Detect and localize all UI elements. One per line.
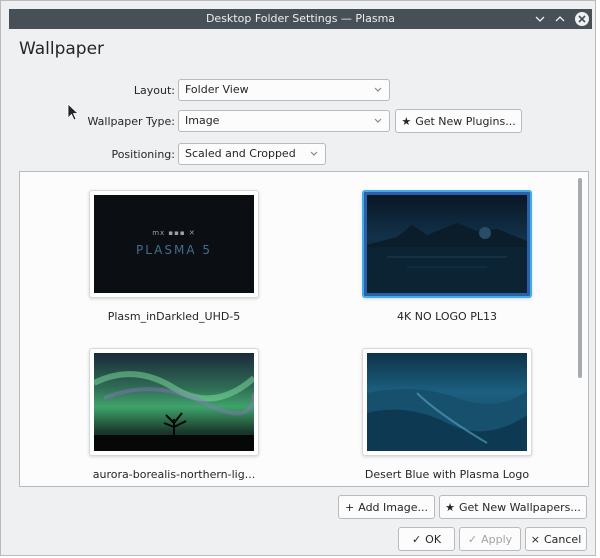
night-lake-illustration (367, 223, 527, 293)
positioning-value: Scaled and Cropped (185, 147, 296, 160)
add-image-label: Add Image... (358, 500, 428, 514)
wallpaper-tile[interactable]: mx ▪▪▪ ✕ PLASMA 5 Plasm_inDarkled_UHD-5 (74, 190, 274, 323)
plasma-logo: PLASMA 5 (135, 243, 213, 257)
maximize-button[interactable] (552, 11, 568, 27)
apply-label: Apply (481, 532, 513, 546)
cancel-button[interactable]: × Cancel (525, 527, 587, 551)
layout-label: Layout: (133, 84, 175, 97)
wallpaper-thumbnail[interactable]: mx ▪▪▪ ✕ PLASMA 5 (89, 190, 259, 298)
wallpaper-preview (367, 353, 527, 451)
wallpaper-preview: mx ▪▪▪ ✕ PLASMA 5 (94, 195, 254, 293)
positioning-combobox[interactable]: Scaled and Cropped (178, 143, 326, 165)
wallpaper-thumbnail[interactable] (362, 348, 532, 456)
minimize-button[interactable] (532, 11, 548, 27)
wallpaper-tile[interactable]: aurora-borealis-northern-lig... (74, 348, 274, 481)
wallpaper-type-combobox[interactable]: Image (178, 110, 390, 132)
positioning-label: Positioning: (111, 148, 175, 161)
chevron-down-icon (374, 118, 382, 123)
aurora-illustration (94, 371, 254, 451)
gallery-scrollbar[interactable] (578, 178, 582, 378)
chevron-down-icon (374, 87, 382, 92)
wallpaper-tile[interactable]: Desert Blue with Plasma Logo (347, 348, 547, 481)
close-icon (575, 12, 589, 26)
layout-value: Folder View (185, 83, 249, 96)
wallpaper-caption: Desert Blue with Plasma Logo (364, 468, 530, 481)
plasma-logo-top: mx ▪▪▪ ✕ (152, 229, 196, 237)
star-icon: ★ (401, 114, 412, 128)
plus-icon: + (345, 500, 355, 514)
wallpaper-caption: Plasm_inDarkled_UHD-5 (107, 310, 241, 323)
window-title: Desktop Folder Settings — Plasma (205, 12, 396, 25)
chevron-down-icon (535, 16, 545, 22)
wallpaper-preview (367, 195, 527, 293)
checkmark-icon: ✓ (467, 532, 478, 546)
get-new-plugins-button[interactable]: ★ Get New Plugins... (395, 109, 522, 133)
ok-button[interactable]: ✓ OK (398, 527, 455, 551)
checkmark-icon: ✓ (411, 532, 422, 546)
page-title: Wallpaper (19, 39, 105, 59)
chevron-up-icon (555, 16, 565, 22)
title-bar[interactable]: Desktop Folder Settings — Plasma (9, 9, 592, 29)
star-icon: ★ (445, 500, 456, 514)
wallpaper-type-label: Wallpaper Type: (87, 115, 176, 128)
wallpaper-thumbnail-selected[interactable] (362, 190, 532, 298)
add-image-button[interactable]: + Add Image... (338, 495, 435, 519)
settings-window: Desktop Folder Settings — Plasma Wallpap… (0, 0, 596, 556)
cancel-label: Cancel (543, 532, 582, 546)
get-new-wallpapers-label: Get New Wallpapers... (459, 500, 581, 514)
wallpaper-caption: 4K NO LOGO PL13 (397, 310, 497, 323)
get-new-plugins-label: Get New Plugins... (415, 114, 516, 128)
wallpaper-gallery[interactable]: mx ▪▪▪ ✕ PLASMA 5 Plasm_inDarkled_UHD-5 (19, 171, 589, 487)
wallpaper-thumbnail[interactable] (89, 348, 259, 456)
apply-button[interactable]: ✓ Apply (459, 527, 521, 551)
wallpaper-caption: aurora-borealis-northern-lig... (92, 468, 256, 481)
wallpaper-type-value: Image (185, 114, 220, 127)
get-new-wallpapers-button[interactable]: ★ Get New Wallpapers... (439, 495, 587, 519)
wallpaper-tile[interactable]: 4K NO LOGO PL13 (347, 190, 547, 323)
ok-label: OK (425, 532, 442, 546)
close-icon: × (530, 532, 540, 546)
wallpaper-preview (94, 353, 254, 451)
close-button[interactable] (574, 11, 590, 27)
chevron-down-icon (310, 151, 318, 156)
layout-combobox[interactable]: Folder View (178, 79, 390, 101)
desert-dunes-illustration (367, 389, 527, 451)
